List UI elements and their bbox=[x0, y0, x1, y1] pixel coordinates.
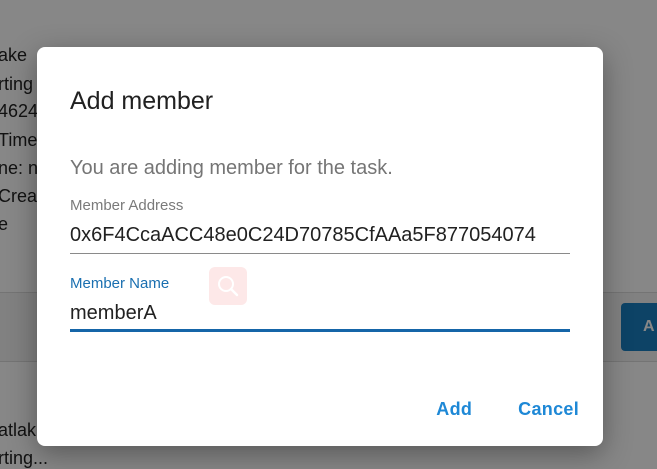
app-page: ake rting 4624 Time ne: n Creat e A atla… bbox=[0, 0, 657, 469]
dialog-title: Add member bbox=[70, 87, 214, 115]
dialog-description: You are adding member for the task. bbox=[70, 157, 393, 179]
member-name-field: Member Name memberA bbox=[70, 275, 570, 332]
dialog-actions: Add Cancel bbox=[436, 397, 579, 421]
member-address-label: Member Address bbox=[70, 197, 184, 214]
member-address-field: Member Address 0x6F4CcaACC48e0C24D70785C… bbox=[70, 197, 570, 254]
cancel-button[interactable]: Cancel bbox=[518, 397, 579, 421]
member-address-input[interactable]: 0x6F4CcaACC48e0C24D70785CfAAa5F877054074 bbox=[70, 222, 570, 254]
add-button[interactable]: Add bbox=[436, 397, 472, 421]
add-member-dialog: Add member You are adding member for the… bbox=[37, 47, 603, 446]
member-name-label: Member Name bbox=[70, 275, 170, 292]
search-icon-glyph bbox=[218, 276, 239, 297]
search-icon[interactable] bbox=[209, 267, 247, 305]
member-name-input[interactable]: memberA bbox=[70, 300, 570, 332]
